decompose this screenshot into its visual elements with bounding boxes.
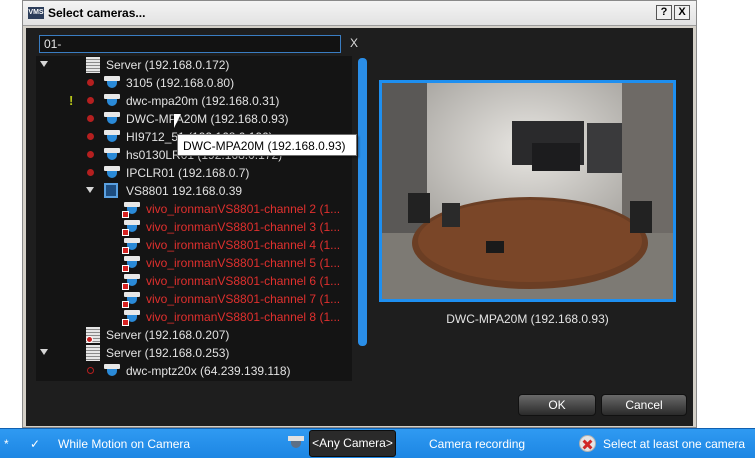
tree-item-label: dwc-mptz20x (64.239.139.118) xyxy=(126,364,291,378)
mouse-cursor-icon xyxy=(174,114,181,128)
event-type-label[interactable]: While Motion on Camera xyxy=(58,437,190,451)
tree-item-label: 3105 (192.168.0.80) xyxy=(126,76,235,90)
tree-row-camera[interactable]: DWC-MPA20M (192.168.0.93) xyxy=(36,110,352,128)
select-cameras-dialog: VMS Select cameras... ? X X Server (192.… xyxy=(22,0,697,428)
dialog-titlebar: VMS Select cameras... ? X xyxy=(23,1,696,26)
modified-marker: * xyxy=(4,437,9,451)
ok-button[interactable]: OK xyxy=(518,394,596,416)
encoder-icon xyxy=(104,183,118,198)
server-icon xyxy=(86,57,100,73)
camera-icon xyxy=(104,364,120,378)
tree-item-label: Server (192.168.0.207) xyxy=(106,328,230,342)
server-offline-icon xyxy=(86,327,100,343)
rule-enabled-checkbox[interactable]: ✓ xyxy=(30,437,40,451)
tree-row-camera[interactable]: ! dwc-mpa20m (192.168.0.31) xyxy=(36,92,352,110)
status-dot-icon xyxy=(87,367,94,374)
camera-tree[interactable]: Server (192.168.0.172) 3105 (192.168.0.8… xyxy=(36,56,352,381)
tree-row-server[interactable]: Server (192.168.0.172) xyxy=(36,56,352,74)
preview-camera-label: DWC-MPA20M (192.168.0.93) xyxy=(446,312,609,326)
tree-row-server[interactable]: Server (192.168.0.207) xyxy=(36,326,352,344)
tree-row-server[interactable]: Server (192.168.0.253) xyxy=(36,344,352,362)
status-dot-icon xyxy=(87,151,94,158)
close-button[interactable]: X xyxy=(674,5,690,20)
tree-item-label: vivo_ironmanVS8801-channel 4 (1... xyxy=(146,238,341,252)
collapse-arrow-icon[interactable] xyxy=(86,187,94,193)
status-dot-icon xyxy=(87,115,94,122)
tree-row-channel[interactable]: vivo_ironmanVS8801-channel 8 (1... xyxy=(36,308,352,326)
tree-item-label: vivo_ironmanVS8801-channel 8 (1... xyxy=(146,310,341,324)
tree-item-label: vivo_ironmanVS8801-channel 5 (1... xyxy=(146,256,341,270)
collapse-arrow-icon[interactable] xyxy=(40,349,48,355)
camera-error-icon xyxy=(122,238,140,254)
tree-item-label: vivo_ironmanVS8801-channel 7 (1... xyxy=(146,292,341,306)
server-icon xyxy=(86,345,100,361)
tree-row-channel[interactable]: vivo_ironmanVS8801-channel 4 (1... xyxy=(36,236,352,254)
camera-error-icon xyxy=(122,220,140,236)
status-dot-icon xyxy=(87,169,94,176)
camera-icon xyxy=(104,130,120,144)
tree-row-encoder[interactable]: VS8801 192.168.0.39 xyxy=(36,182,352,200)
camera-icon xyxy=(104,94,120,108)
status-dot-icon xyxy=(87,97,94,104)
camera-error-icon xyxy=(122,202,140,218)
tree-item-label: vivo_ironmanVS8801-channel 2 (1... xyxy=(146,202,341,216)
tree-item-label: Server (192.168.0.253) xyxy=(106,346,230,360)
error-icon xyxy=(579,435,596,452)
cancel-button[interactable]: Cancel xyxy=(601,394,687,416)
tree-item-label: VS8801 192.168.0.39 xyxy=(126,184,243,198)
clear-search-button[interactable]: X xyxy=(350,36,358,50)
camera-error-icon xyxy=(122,256,140,272)
status-dot-icon xyxy=(87,133,94,140)
camera-error-icon xyxy=(122,292,140,308)
camera-icon xyxy=(288,436,304,450)
status-dot-icon xyxy=(87,79,94,86)
event-rule-bar: * ✓ While Motion on Camera <Any Camera> … xyxy=(0,428,755,458)
camera-selector-button[interactable]: <Any Camera> xyxy=(309,430,396,457)
tree-row-channel[interactable]: vivo_ironmanVS8801-channel 2 (1... xyxy=(36,200,352,218)
collapse-arrow-icon[interactable] xyxy=(40,61,48,67)
camera-search-input[interactable] xyxy=(39,35,341,53)
validation-error-text: Select at least one camera xyxy=(603,437,746,451)
tree-scrollbar[interactable] xyxy=(358,58,367,346)
tree-item-label: vivo_ironmanVS8801-channel 3 (1... xyxy=(146,220,341,234)
vms-app-icon: VMS xyxy=(28,7,44,19)
tree-row-channel[interactable]: vivo_ironmanVS8801-channel 5 (1... xyxy=(36,254,352,272)
warning-icon: ! xyxy=(69,93,74,108)
dialog-body: X Server (192.168.0.172) 3105 (192.168.0… xyxy=(26,28,693,426)
tree-item-label: DWC-MPA20M (192.168.0.93) xyxy=(126,112,289,126)
tree-item-label: IPCLR01 (192.168.0.7) xyxy=(126,166,250,180)
dialog-title: Select cameras... xyxy=(48,6,146,20)
tree-row-channel[interactable]: vivo_ironmanVS8801-channel 7 (1... xyxy=(36,290,352,308)
camera-tooltip: DWC-MPA20M (192.168.0.93) xyxy=(177,134,357,156)
tree-row-camera[interactable]: dwc-mptz20x (64.239.139.118) xyxy=(36,362,352,380)
camera-error-icon xyxy=(122,274,140,290)
tree-item-label: vivo_ironmanVS8801-channel 6 (1... xyxy=(146,274,341,288)
conference-room-video-frame xyxy=(382,83,673,299)
camera-icon xyxy=(104,166,120,180)
help-button[interactable]: ? xyxy=(656,5,672,20)
camera-error-icon xyxy=(122,310,140,326)
camera-preview xyxy=(379,80,676,302)
tree-item-label: Server (192.168.0.172) xyxy=(106,58,230,72)
tree-row-camera[interactable]: 3105 (192.168.0.80) xyxy=(36,74,352,92)
action-type-label[interactable]: Camera recording xyxy=(429,437,525,451)
tree-row-channel[interactable]: vivo_ironmanVS8801-channel 3 (1... xyxy=(36,218,352,236)
camera-icon xyxy=(104,148,120,162)
tree-item-label: dwc-mpa20m (192.168.0.31) xyxy=(126,94,280,108)
camera-icon xyxy=(104,112,120,126)
tree-row-camera[interactable]: IPCLR01 (192.168.0.7) xyxy=(36,164,352,182)
camera-icon xyxy=(104,76,120,90)
tree-row-channel[interactable]: vivo_ironmanVS8801-channel 6 (1... xyxy=(36,272,352,290)
